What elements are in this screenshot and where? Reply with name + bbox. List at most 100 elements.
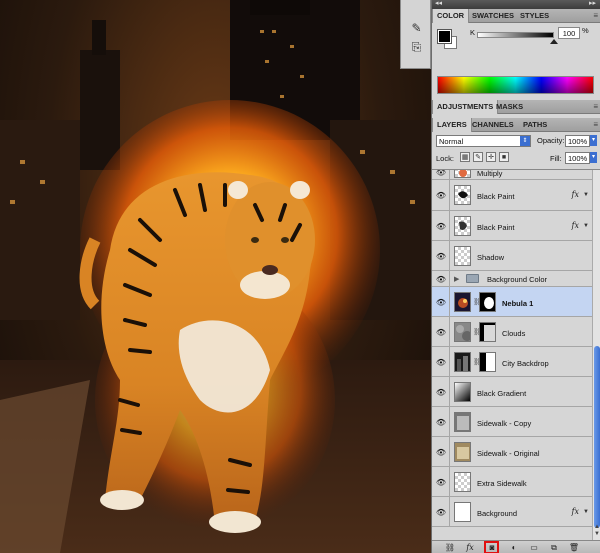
layer-thumbnail <box>454 472 471 492</box>
layer-row[interactable]: 👁 Shadow <box>432 241 592 271</box>
collapse-arrows-icon[interactable]: ◂◂ <box>435 0 442 7</box>
layer-row[interactable]: 👁 Background fx ▼ <box>432 497 592 527</box>
layer-style-icon[interactable]: fx <box>464 542 476 553</box>
new-group-icon[interactable]: ▭ <box>528 542 540 553</box>
k-value-field[interactable]: 100 <box>558 27 580 39</box>
add-layer-mask-highlight <box>484 541 499 553</box>
layer-row[interactable]: 👁 Multiply <box>432 170 592 180</box>
visibility-eye-icon[interactable]: 👁 <box>435 298 447 307</box>
layers-list[interactable]: 👁 Multiply 👁 Black Paint fx ▼ 👁 Black Pa… <box>432 170 592 540</box>
layer-thumbnail <box>454 170 471 178</box>
adjustment-layer-icon[interactable]: ◐ <box>508 542 520 553</box>
opacity-field[interactable]: 100% <box>565 135 590 147</box>
layer-row[interactable]: 👁 Sidewalk - Original <box>432 437 592 467</box>
expand-effects-icon[interactable]: ▼ <box>583 192 589 198</box>
scrollbar-thumb[interactable] <box>594 346 600 528</box>
layer-thumbnail <box>454 185 471 205</box>
expand-effects-icon[interactable]: ▼ <box>583 509 589 515</box>
lock-transparency-icon[interactable]: ▦ <box>460 152 470 162</box>
fill-field[interactable]: 100% <box>565 152 590 164</box>
visibility-eye-icon[interactable]: 👁 <box>435 508 447 517</box>
lock-all-icon[interactable]: ■ <box>499 152 509 162</box>
layer-effects-icon[interactable]: fx <box>572 190 579 199</box>
layer-name: Clouds <box>502 329 526 338</box>
k-slider-thumb[interactable] <box>550 39 558 44</box>
layer-name: Extra Sidewalk <box>477 479 527 488</box>
layers-scrollbar[interactable]: ▲ ▼ <box>592 170 600 540</box>
collapsed-panel-strip: ✎ ⎘ <box>400 0 431 69</box>
visibility-eye-icon[interactable]: 👁 <box>435 478 447 487</box>
layer-mask-thumbnail[interactable] <box>479 292 496 312</box>
visibility-eye-icon[interactable]: 👁 <box>435 191 447 200</box>
layer-row[interactable]: 👁 ⛓ Clouds <box>432 317 592 347</box>
lock-position-icon[interactable]: ✛ <box>486 152 496 162</box>
panel-menu-icon[interactable]: ≡ <box>593 120 598 129</box>
visibility-eye-icon[interactable]: 👁 <box>435 275 447 284</box>
opacity-dropdown-icon[interactable]: ▾ <box>590 135 597 146</box>
lock-image-icon[interactable]: ✎ <box>473 152 483 162</box>
blend-mode-select[interactable]: Normal ⇕ <box>436 135 531 147</box>
k-slider[interactable] <box>477 32 554 38</box>
scroll-up-icon[interactable]: ▲ <box>594 524 600 530</box>
scroll-down-icon[interactable]: ▼ <box>594 531 600 537</box>
folder-icon <box>466 274 479 283</box>
lock-label: Lock: <box>436 154 454 163</box>
tab-styles[interactable]: STYLES <box>516 9 553 23</box>
visibility-eye-icon[interactable]: 👁 <box>435 170 447 177</box>
layer-mask-thumbnail[interactable] <box>479 322 496 342</box>
document-canvas[interactable] <box>0 0 431 553</box>
layer-row[interactable]: 👁 Sidewalk - Copy <box>432 407 592 437</box>
tab-adjustments[interactable]: ADJUSTMENTS <box>432 100 499 114</box>
expand-effects-icon[interactable]: ▼ <box>583 223 589 229</box>
tab-paths[interactable]: PATHS <box>519 118 551 132</box>
tab-layers[interactable]: LAYERS <box>432 118 472 132</box>
color-spectrum-ramp[interactable] <box>437 76 594 94</box>
panel-menu-icon[interactable]: ≡ <box>593 11 598 20</box>
tab-channels[interactable]: CHANNELS <box>468 118 518 132</box>
adjustments-panel-tabbar: ADJUSTMENTS MASKS ≡ <box>432 100 600 114</box>
layer-effects-icon[interactable]: fx <box>572 507 579 516</box>
layer-group-row[interactable]: 👁 ▶ Background Color <box>432 271 592 287</box>
new-layer-icon[interactable]: ⧉ <box>548 542 560 553</box>
foreground-color-swatch[interactable] <box>437 29 452 44</box>
visibility-eye-icon[interactable]: 👁 <box>435 448 447 457</box>
layer-thumbnail <box>454 352 471 372</box>
dock-title-bar: ◂◂ ▸▸ <box>432 0 600 9</box>
layer-row[interactable]: 👁 Black Paint fx ▼ <box>432 211 592 241</box>
layer-effects-icon[interactable]: fx <box>572 221 579 230</box>
tab-swatches[interactable]: SWATCHES <box>468 9 518 23</box>
color-panel: K 100 % <box>432 24 600 98</box>
visibility-eye-icon[interactable]: 👁 <box>435 222 447 231</box>
brush-tool-icon[interactable]: ✎ <box>409 20 424 35</box>
tab-color[interactable]: COLOR <box>432 9 470 23</box>
fill-dropdown-icon[interactable]: ▾ <box>590 152 597 163</box>
layer-name: Black Paint <box>477 223 515 232</box>
layer-name: Sidewalk - Copy <box>477 419 532 428</box>
expand-arrows-icon[interactable]: ▸▸ <box>589 0 596 7</box>
layer-row-selected[interactable]: 👁 ⛓ Nebula 1 <box>432 287 592 317</box>
layer-name: Sidewalk - Original <box>477 449 540 458</box>
layer-thumbnail <box>454 292 471 312</box>
visibility-eye-icon[interactable]: 👁 <box>435 252 447 261</box>
layer-thumbnail <box>454 216 471 236</box>
trash-icon[interactable]: 🗑 <box>568 542 580 553</box>
link-layers-icon[interactable]: ⛓ <box>444 542 456 553</box>
layer-row[interactable]: 👁 ⛓ City Backdrop <box>432 347 592 377</box>
opacity-label: Opacity: <box>537 136 565 145</box>
clone-stamp-tool-icon[interactable]: ⎘ <box>409 40 424 55</box>
layer-name: Black Paint <box>477 192 515 201</box>
layer-row[interactable]: 👁 Black Paint fx ▼ <box>432 180 592 211</box>
panel-menu-icon[interactable]: ≡ <box>593 102 598 111</box>
layer-row[interactable]: 👁 Black Gradient <box>432 377 592 407</box>
layer-thumbnail <box>454 442 471 462</box>
layer-row[interactable]: 👁 Extra Sidewalk <box>432 467 592 497</box>
visibility-eye-icon[interactable]: 👁 <box>435 388 447 397</box>
tab-masks[interactable]: MASKS <box>492 100 527 114</box>
visibility-eye-icon[interactable]: 👁 <box>435 358 447 367</box>
visibility-eye-icon[interactable]: 👁 <box>435 328 447 337</box>
group-expand-icon[interactable]: ▶ <box>454 275 459 283</box>
layer-name: Nebula 1 <box>502 299 534 308</box>
layer-mask-thumbnail[interactable] <box>479 352 496 372</box>
visibility-eye-icon[interactable]: 👁 <box>435 418 447 427</box>
layer-thumbnail <box>454 246 471 266</box>
